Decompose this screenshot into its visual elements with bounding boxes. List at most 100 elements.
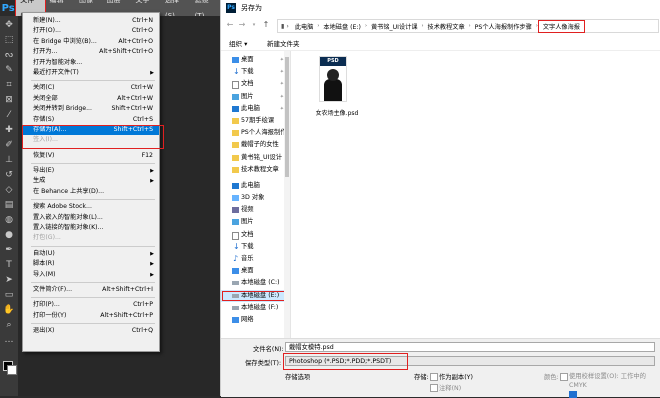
nav-item-3d-objects[interactable]: 3D 对象 [221, 192, 290, 204]
save-as-dialog: Ps 另存为 ← → ▾ ↑ ▮ › 此电脑 › 本地磁盘 (E:) › 黄书铭_U… [220, 0, 660, 398]
menu-item-new[interactable]: 新建(N)... Ctrl+N [23, 16, 159, 26]
forward-arrow-icon[interactable]: → [237, 19, 247, 31]
filetype-select[interactable]: Photoshop (*.PSD;*.PDD;*.PSDT) [285, 356, 655, 366]
marquee-tool-icon[interactable]: ⬚ [3, 34, 15, 46]
menu-item-print-one-copy[interactable]: 打印一份(Y) Alt+Shift+Ctrl+P [23, 311, 159, 321]
stamp-tool-icon[interactable]: ⊥ [3, 154, 15, 166]
nav-item-folder-ui[interactable]: 黄书铭_UI设计 [221, 152, 290, 164]
recent-dropdown-icon[interactable]: ▾ [249, 19, 259, 31]
address-bar[interactable]: ▮ › 此电脑 › 本地磁盘 (E:) › 黄书铭_UI设计课 › 技术教程文章 › P… [277, 19, 659, 33]
nav-item-music[interactable]: 音乐 [221, 253, 290, 265]
menu-item-save[interactable]: 存储(S) Ctrl+S [23, 115, 159, 125]
history-brush-icon[interactable]: ↺ [3, 169, 15, 181]
nav-item-pictures[interactable]: 图片 ✦ [221, 91, 290, 103]
nav-item-this-pc[interactable]: 此电脑 [221, 180, 290, 192]
menu-item-save-as[interactable]: 存储为(A)... Shift+Ctrl+S [23, 124, 159, 136]
gradient-tool-icon[interactable]: ▤ [3, 199, 15, 211]
new-folder-button[interactable]: 新建文件夹 [267, 38, 300, 48]
menu-item-scripts[interactable]: 脚本(R) ▶ [23, 259, 159, 269]
menu-separator [31, 323, 155, 325]
blur-tool-icon[interactable]: ◍ [3, 214, 15, 226]
menu-item-check-in[interactable]: 签入(I)... [23, 135, 159, 145]
crop-tool-icon[interactable]: ⌗ [3, 79, 15, 91]
brush-tool-icon[interactable]: ✐ [3, 139, 15, 151]
menu-item-recent-files[interactable]: 最近打开文件(T) ▶ [23, 68, 159, 78]
menu-item-place-linked[interactable]: 置入链接的智能对象(K)... [23, 223, 159, 233]
menu-item-print[interactable]: 打印(P)... Ctrl+P [23, 300, 159, 310]
menu-item-open-as[interactable]: 打开为... Alt+Shift+Ctrl+O [23, 47, 159, 57]
nav-item-drive-c[interactable]: 本地磁盘 (C:) [221, 277, 290, 289]
psd-file-item[interactable]: PSD 女农场主像.psd [309, 56, 365, 126]
nav-item-drive-e[interactable]: 本地磁盘 (E:) [221, 289, 290, 302]
nav-item-drive-f[interactable]: 本地磁盘 (F:) [221, 302, 290, 314]
menu-item-export[interactable]: 导出(E) ▶ [23, 166, 159, 176]
document-icon [232, 81, 239, 90]
nav-item-pictures-pc[interactable]: 图片 [221, 216, 290, 228]
nav-item-folder-hat-woman[interactable]: 戴帽子的女性 [221, 139, 290, 151]
lasso-tool-icon[interactable]: ᔓ [3, 49, 15, 61]
menu-item-package[interactable]: 打包(G)... [23, 233, 159, 243]
nav-item-desktop[interactable]: 桌面 ✦ [221, 54, 290, 66]
scrollbar-thumb[interactable] [285, 57, 289, 177]
menu-item-exit[interactable]: 退出(X) Ctrl+Q [23, 326, 159, 336]
nav-item-downloads[interactable]: 下载✦ [221, 66, 290, 78]
nav-item-this-pc-quick[interactable]: 此电脑 ✦ [221, 103, 290, 115]
back-arrow-icon[interactable]: ← [225, 19, 235, 31]
nav-scrollbar[interactable] [284, 51, 290, 338]
menu-item-close[interactable]: 关闭(C) Ctrl+W [23, 83, 159, 93]
breadcrumb-this-pc[interactable]: 此电脑 [292, 22, 317, 31]
nav-item-network[interactable]: 网络 [221, 314, 290, 326]
menu-item-open-smart-object[interactable]: 打开为智能对象... [23, 58, 159, 68]
menu-item-close-go-bridge[interactable]: 关闭并转到 Bridge... Shift+Ctrl+W [23, 104, 159, 114]
menu-item-search-stock[interactable]: 搜索 Adobe Stock... [23, 202, 159, 212]
menu-item-automate[interactable]: 自动(U) ▶ [23, 249, 159, 259]
menu-item-browse-bridge[interactable]: 在 Bridge 中浏览(B)... Alt+Ctrl+O [23, 37, 159, 47]
move-tool-icon[interactable]: ✥ [3, 19, 15, 31]
nav-item-folder-poster[interactable]: PS个人海报制作 [221, 127, 290, 139]
proof-setup-checkbox[interactable] [560, 373, 568, 381]
breadcrumb-text-portrait[interactable]: 文字人像海报 [537, 19, 585, 33]
filename-input[interactable]: 戴帽女模特.psd [285, 342, 655, 352]
nav-item-documents-pc[interactable]: 文档 [221, 229, 290, 241]
up-arrow-icon[interactable]: ↑ [261, 19, 271, 31]
more-tools-icon[interactable]: … [3, 334, 15, 346]
menu-item-generate[interactable]: 生成 ▶ [23, 176, 159, 186]
dodge-tool-icon[interactable]: ● [3, 229, 15, 241]
background-color-swatch[interactable] [7, 365, 17, 375]
menu-item-import[interactable]: 导入(M) ▶ [23, 270, 159, 280]
breadcrumb-tutorials[interactable]: 技术教程文章 [425, 22, 468, 31]
pen-tool-icon[interactable]: ✒ [3, 244, 15, 256]
nav-item-folder-57[interactable]: 57期手绘课 [221, 115, 290, 127]
nav-item-downloads-pc[interactable]: 下载 [221, 241, 290, 253]
breadcrumb-ui-course[interactable]: 黄书铭_UI设计课 [368, 22, 421, 31]
hand-tool-icon[interactable]: ✋ [3, 304, 15, 316]
organize-button[interactable]: 组织 ▾ [229, 38, 247, 48]
nav-item-desktop-pc[interactable]: 桌面 [221, 265, 290, 277]
nav-item-videos[interactable]: 视频 [221, 204, 290, 216]
path-select-tool-icon[interactable]: ➤ [3, 274, 15, 286]
nav-item-folder-tutorials[interactable]: 技术教程文章 [221, 164, 290, 176]
menu-item-share-behance[interactable]: 在 Behance 上共享(D)... [23, 187, 159, 197]
zoom-tool-icon[interactable]: ⌕ [3, 319, 15, 331]
frame-tool-icon[interactable]: ⊠ [3, 94, 15, 106]
notes-checkbox[interactable] [430, 384, 438, 392]
shape-tool-icon[interactable]: ▭ [3, 289, 15, 301]
as-copy-checkbox[interactable] [430, 373, 438, 381]
menu-item-open[interactable]: 打开(O)... Ctrl+O [23, 26, 159, 36]
submenu-arrow-icon: ▶ [150, 69, 154, 76]
text-tool-icon[interactable]: T [3, 259, 15, 271]
photoshop-app-icon: Ps [226, 3, 236, 13]
breadcrumb-drive-e[interactable]: 本地磁盘 (E:) [320, 22, 364, 31]
menu-item-close-all[interactable]: 关闭全部 Alt+Ctrl+W [23, 94, 159, 104]
menu-item-revert[interactable]: 恢复(V) F12 [23, 151, 159, 161]
quick-select-tool-icon[interactable]: ✎ [3, 64, 15, 76]
healing-tool-icon[interactable]: ✚ [3, 124, 15, 136]
menu-item-place-embedded[interactable]: 置入嵌入的智能对象(L)... [23, 213, 159, 223]
notes-label: 注释(N) [439, 385, 462, 392]
breadcrumb-poster-steps[interactable]: PS个人海报制作步骤 [472, 22, 535, 31]
save-options-label: 存储选项 [285, 374, 311, 381]
eraser-tool-icon[interactable]: ◇ [3, 184, 15, 196]
nav-item-documents[interactable]: 文档 ✦ [221, 78, 290, 90]
eyedropper-tool-icon[interactable]: ⁄ [3, 109, 15, 121]
menu-item-file-info[interactable]: 文件简介(F)... Alt+Shift+Ctrl+I [23, 285, 159, 295]
